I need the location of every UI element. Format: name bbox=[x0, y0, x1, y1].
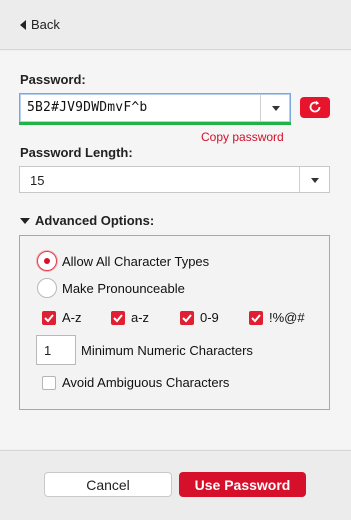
checkbox-checked-icon[interactable] bbox=[180, 310, 194, 325]
checkbox-uppercase[interactable]: A-z bbox=[42, 310, 82, 325]
password-length-value: 15 bbox=[30, 173, 45, 188]
back-button[interactable]: Back bbox=[20, 17, 60, 32]
radio-pronounceable-label: Make Pronounceable bbox=[62, 280, 185, 296]
checkbox-avoid-ambiguous[interactable]: Avoid Ambiguous Characters bbox=[42, 375, 229, 390]
checkbox-digits[interactable]: 0-9 bbox=[180, 310, 219, 325]
chevron-down-icon bbox=[310, 177, 319, 183]
advanced-options-label: Advanced Options: bbox=[35, 213, 155, 228]
checkbox-checked-icon[interactable] bbox=[111, 310, 125, 325]
checkbox-unchecked-icon[interactable] bbox=[42, 375, 56, 390]
min-numeric-value[interactable]: 1 bbox=[44, 343, 51, 358]
checkbox-digits-label: 0-9 bbox=[200, 310, 219, 325]
min-numeric-label: Minimum Numeric Characters bbox=[81, 343, 253, 358]
disclosure-triangle-icon bbox=[20, 217, 30, 224]
min-numeric-input[interactable]: 1 bbox=[36, 335, 76, 365]
top-bar: Back bbox=[0, 0, 351, 50]
password-strength-bar bbox=[19, 122, 291, 125]
back-label: Back bbox=[31, 17, 60, 32]
footer-bar: Cancel Use Password bbox=[0, 450, 351, 520]
radio-button[interactable] bbox=[37, 251, 57, 271]
copy-password-link[interactable]: Copy password bbox=[201, 130, 284, 144]
radio-button[interactable] bbox=[37, 278, 57, 298]
radio-allow-all-label: Allow All Character Types bbox=[62, 253, 210, 269]
password-dropdown-button[interactable] bbox=[260, 94, 290, 122]
radio-pronounceable[interactable]: Make Pronounceable bbox=[37, 278, 185, 298]
checkbox-checked-icon[interactable] bbox=[249, 310, 263, 325]
regenerate-button[interactable] bbox=[300, 97, 330, 118]
checkbox-uppercase-label: A-z bbox=[62, 310, 82, 325]
radio-allow-all[interactable]: Allow All Character Types bbox=[37, 251, 209, 271]
checkbox-symbols-label: !%@# bbox=[269, 310, 305, 325]
advanced-options-toggle[interactable]: Advanced Options: bbox=[20, 213, 154, 228]
checkbox-lowercase[interactable]: a-z bbox=[111, 310, 149, 325]
password-label: Password: bbox=[20, 72, 86, 87]
chevron-down-icon bbox=[271, 106, 280, 111]
password-field[interactable]: 5B2#JV9DWDmvF^b bbox=[19, 93, 291, 123]
checkbox-avoid-ambiguous-label: Avoid Ambiguous Characters bbox=[62, 375, 230, 390]
checkbox-checked-icon[interactable] bbox=[42, 310, 56, 325]
back-arrow-icon bbox=[20, 19, 26, 30]
password-length-label: Password Length: bbox=[20, 145, 133, 160]
password-length-select[interactable]: 15 bbox=[19, 166, 330, 193]
password-value[interactable]: 5B2#JV9DWDmvF^b bbox=[27, 100, 147, 115]
length-dropdown-button[interactable] bbox=[299, 167, 329, 192]
checkbox-symbols[interactable]: !%@# bbox=[249, 310, 305, 325]
refresh-icon bbox=[309, 100, 321, 113]
checkbox-lowercase-label: a-z bbox=[131, 310, 150, 325]
use-password-button[interactable]: Use Password bbox=[179, 472, 306, 497]
cancel-button[interactable]: Cancel bbox=[44, 472, 172, 497]
